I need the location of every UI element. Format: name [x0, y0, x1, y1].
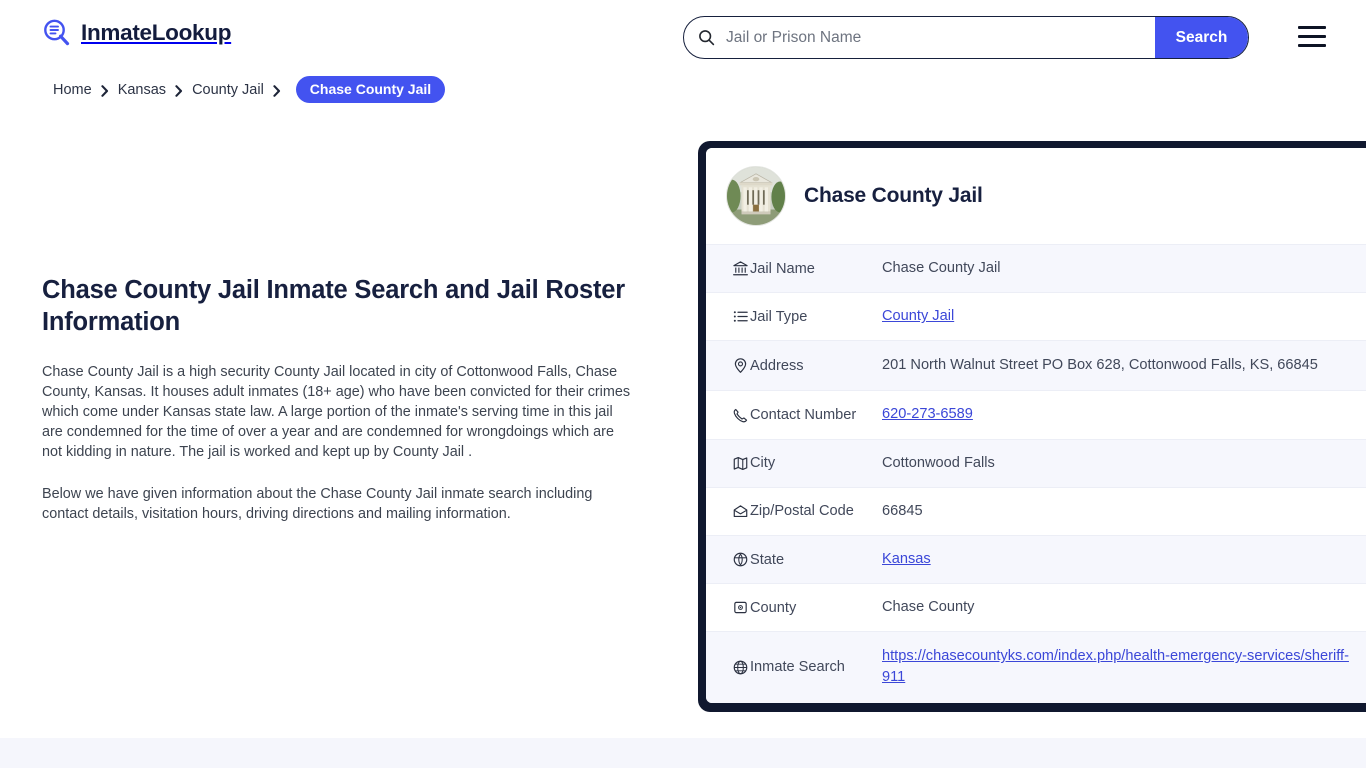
table-row: Address 201 North Walnut Street PO Box 6… — [706, 340, 1366, 391]
row-label: Jail Name — [750, 260, 815, 277]
map-pin-icon — [706, 341, 750, 391]
state-link[interactable]: Kansas — [882, 551, 931, 567]
county-icon — [706, 584, 750, 632]
jail-type-link[interactable]: County Jail — [882, 308, 954, 324]
site-logo[interactable]: InmateLookup — [42, 18, 231, 48]
row-label: County — [750, 599, 797, 616]
chevron-right-icon — [273, 84, 281, 97]
row-value: https://chasecountyks.com/index.php/heal… — [882, 632, 1366, 703]
row-value: Chase County — [882, 599, 975, 616]
page-title: Chase County Jail Inmate Search and Jail… — [42, 276, 625, 337]
table-row: Jail Type County Jail — [706, 292, 1366, 341]
row-value: County Jail — [882, 293, 1366, 341]
row-label: State — [750, 551, 785, 568]
site-header: InmateLookup Search — [0, 0, 1366, 74]
row-value: Kansas — [882, 535, 1366, 583]
jail-info-card-title: Chase County Jail — [804, 184, 983, 207]
phone-icon — [706, 391, 750, 439]
contact-number-link[interactable]: 620-273-6589 — [882, 406, 973, 422]
list-icon — [706, 293, 750, 341]
table-row: Jail Name Chase County Jail — [706, 244, 1366, 293]
row-label: Contact Number — [750, 407, 857, 424]
table-row: Zip/Postal Code 66845 — [706, 487, 1366, 536]
courthouse-photo — [726, 166, 786, 226]
hamburger-bar — [1298, 34, 1326, 39]
row-label: Jail Type — [750, 308, 808, 325]
row-label: Address — [750, 357, 804, 374]
search-input[interactable] — [715, 17, 1155, 58]
hamburger-bar — [1298, 43, 1326, 47]
table-row: City Cottonwood Falls — [706, 439, 1366, 488]
globe-icon — [706, 632, 750, 703]
jail-info-card: Chase County Jail Jail Name Chase County… — [698, 141, 1366, 712]
page-root: InmateLookup Search Home Kansas — [0, 0, 1366, 768]
magnifier-list-icon — [42, 18, 72, 48]
search-button[interactable]: Search — [1155, 17, 1248, 58]
breadcrumb-item-county-jail[interactable]: County Jail — [192, 82, 264, 98]
map-icon — [706, 439, 750, 487]
hamburger-bar — [1298, 26, 1326, 30]
compass-icon — [706, 535, 750, 583]
bank-icon — [706, 245, 750, 293]
inmate-search-link[interactable]: https://chasecountyks.com/index.php/heal… — [882, 648, 1349, 685]
breadcrumb-item-kansas[interactable]: Kansas — [118, 82, 166, 98]
row-value: Cottonwood Falls — [882, 454, 995, 471]
table-row: State Kansas — [706, 535, 1366, 584]
search-icon — [698, 29, 715, 46]
chevron-right-icon — [101, 84, 109, 97]
description-paragraph-2: Below we have given information about th… — [42, 486, 593, 523]
breadcrumb-current: Chase County Jail — [295, 76, 446, 103]
search-bar: Search — [683, 16, 1249, 59]
main-content-column: Chase County Jail Inmate Search and Jail… — [42, 274, 634, 546]
table-row: Contact Number 620-273-6589 — [706, 390, 1366, 440]
description-paragraph-1: Chase County Jail is a high security Cou… — [42, 364, 631, 461]
row-label: Zip/Postal Code — [750, 503, 854, 520]
breadcrumb-item-home[interactable]: Home — [53, 82, 92, 98]
table-row: County Chase County — [706, 583, 1366, 632]
row-value: 620-273-6589 — [882, 391, 1366, 439]
row-value: 201 North Walnut Street PO Box 628, Cott… — [882, 357, 1318, 374]
breadcrumb: Home Kansas County Jail Chase County Jai… — [53, 76, 446, 103]
site-logo-text: InmateLookup — [81, 19, 232, 45]
jail-info-card-inner: Chase County Jail Jail Name Chase County… — [706, 148, 1366, 703]
row-label: City — [750, 455, 776, 472]
row-value: Chase County Jail — [882, 260, 1001, 276]
chevron-right-icon — [175, 84, 183, 97]
row-label: Inmate Search — [750, 659, 845, 676]
hamburger-menu-icon[interactable] — [1298, 26, 1326, 47]
envelope-icon — [706, 487, 750, 535]
row-value: 66845 — [882, 502, 923, 519]
table-row: Inmate Search https://chasecountyks.com/… — [706, 631, 1366, 703]
jail-info-table: Jail Name Chase County Jail Jail Type Co… — [706, 244, 1366, 703]
page-bottom-band — [0, 738, 1366, 768]
jail-info-card-header: Chase County Jail — [706, 148, 1366, 244]
